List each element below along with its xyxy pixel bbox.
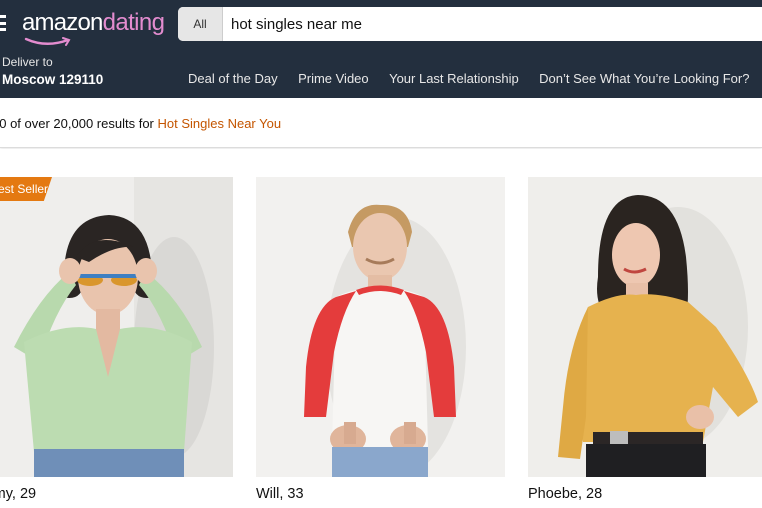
- logo-word-amazon: amazon: [22, 9, 103, 36]
- search-category-dropdown[interactable]: All: [178, 7, 223, 41]
- search-input[interactable]: [223, 7, 762, 41]
- results-count-text: 60 of over 20,000 results for Hot Single…: [0, 116, 281, 131]
- best-seller-badge: Best Seller: [0, 177, 52, 201]
- product-photo[interactable]: [256, 177, 505, 477]
- product-card[interactable]: Will, 33: [256, 177, 505, 502]
- logo-word-dating: dating: [102, 9, 165, 36]
- product-card[interactable]: Best Seller Amy, 29: [0, 177, 233, 502]
- best-seller-label: Best Seller: [0, 182, 49, 196]
- search-category-label: All: [193, 17, 207, 31]
- nav-deal-of-the-day[interactable]: Deal of the Day: [188, 71, 278, 86]
- hamburger-menu-icon[interactable]: [0, 15, 6, 31]
- deliver-to-location[interactable]: Deliver to Moscow 129110: [2, 55, 103, 87]
- product-card[interactable]: Phoebe, 28: [528, 177, 762, 502]
- nav-dont-see-what-youre-looking-for[interactable]: Don’t See What You’re Looking For?: [539, 71, 749, 86]
- person-photo-illustration: [0, 177, 233, 477]
- product-title[interactable]: Amy, 29: [0, 486, 36, 502]
- person-photo-illustration: [256, 177, 505, 477]
- results-summary-bar: 60 of over 20,000 results for Hot Single…: [0, 98, 762, 148]
- nav-prime-video[interactable]: Prime Video: [298, 71, 369, 86]
- amazon-dating-logo[interactable]: amazondating: [22, 9, 165, 46]
- product-title[interactable]: Will, 33: [256, 486, 304, 502]
- top-navigation-bar: amazondating All Deliver to Moscow 12911…: [0, 0, 762, 98]
- deliver-to-label: Deliver to: [2, 55, 53, 69]
- product-photo[interactable]: Best Seller: [0, 177, 233, 477]
- header-nav: Deal of the Day Prime Video Your Last Re…: [188, 70, 762, 88]
- product-photo[interactable]: [528, 177, 762, 477]
- person-photo-illustration: [528, 177, 762, 477]
- product-title[interactable]: Phoebe, 28: [528, 486, 602, 502]
- nav-your-last-relationship[interactable]: Your Last Relationship: [389, 71, 519, 86]
- results-query[interactable]: Hot Singles Near You: [157, 116, 281, 131]
- search-bar: All: [178, 7, 762, 41]
- logo-smile-icon: [24, 37, 71, 46]
- results-count: 60 of over 20,000 results for: [0, 116, 158, 131]
- deliver-location: Moscow 129110: [2, 72, 104, 87]
